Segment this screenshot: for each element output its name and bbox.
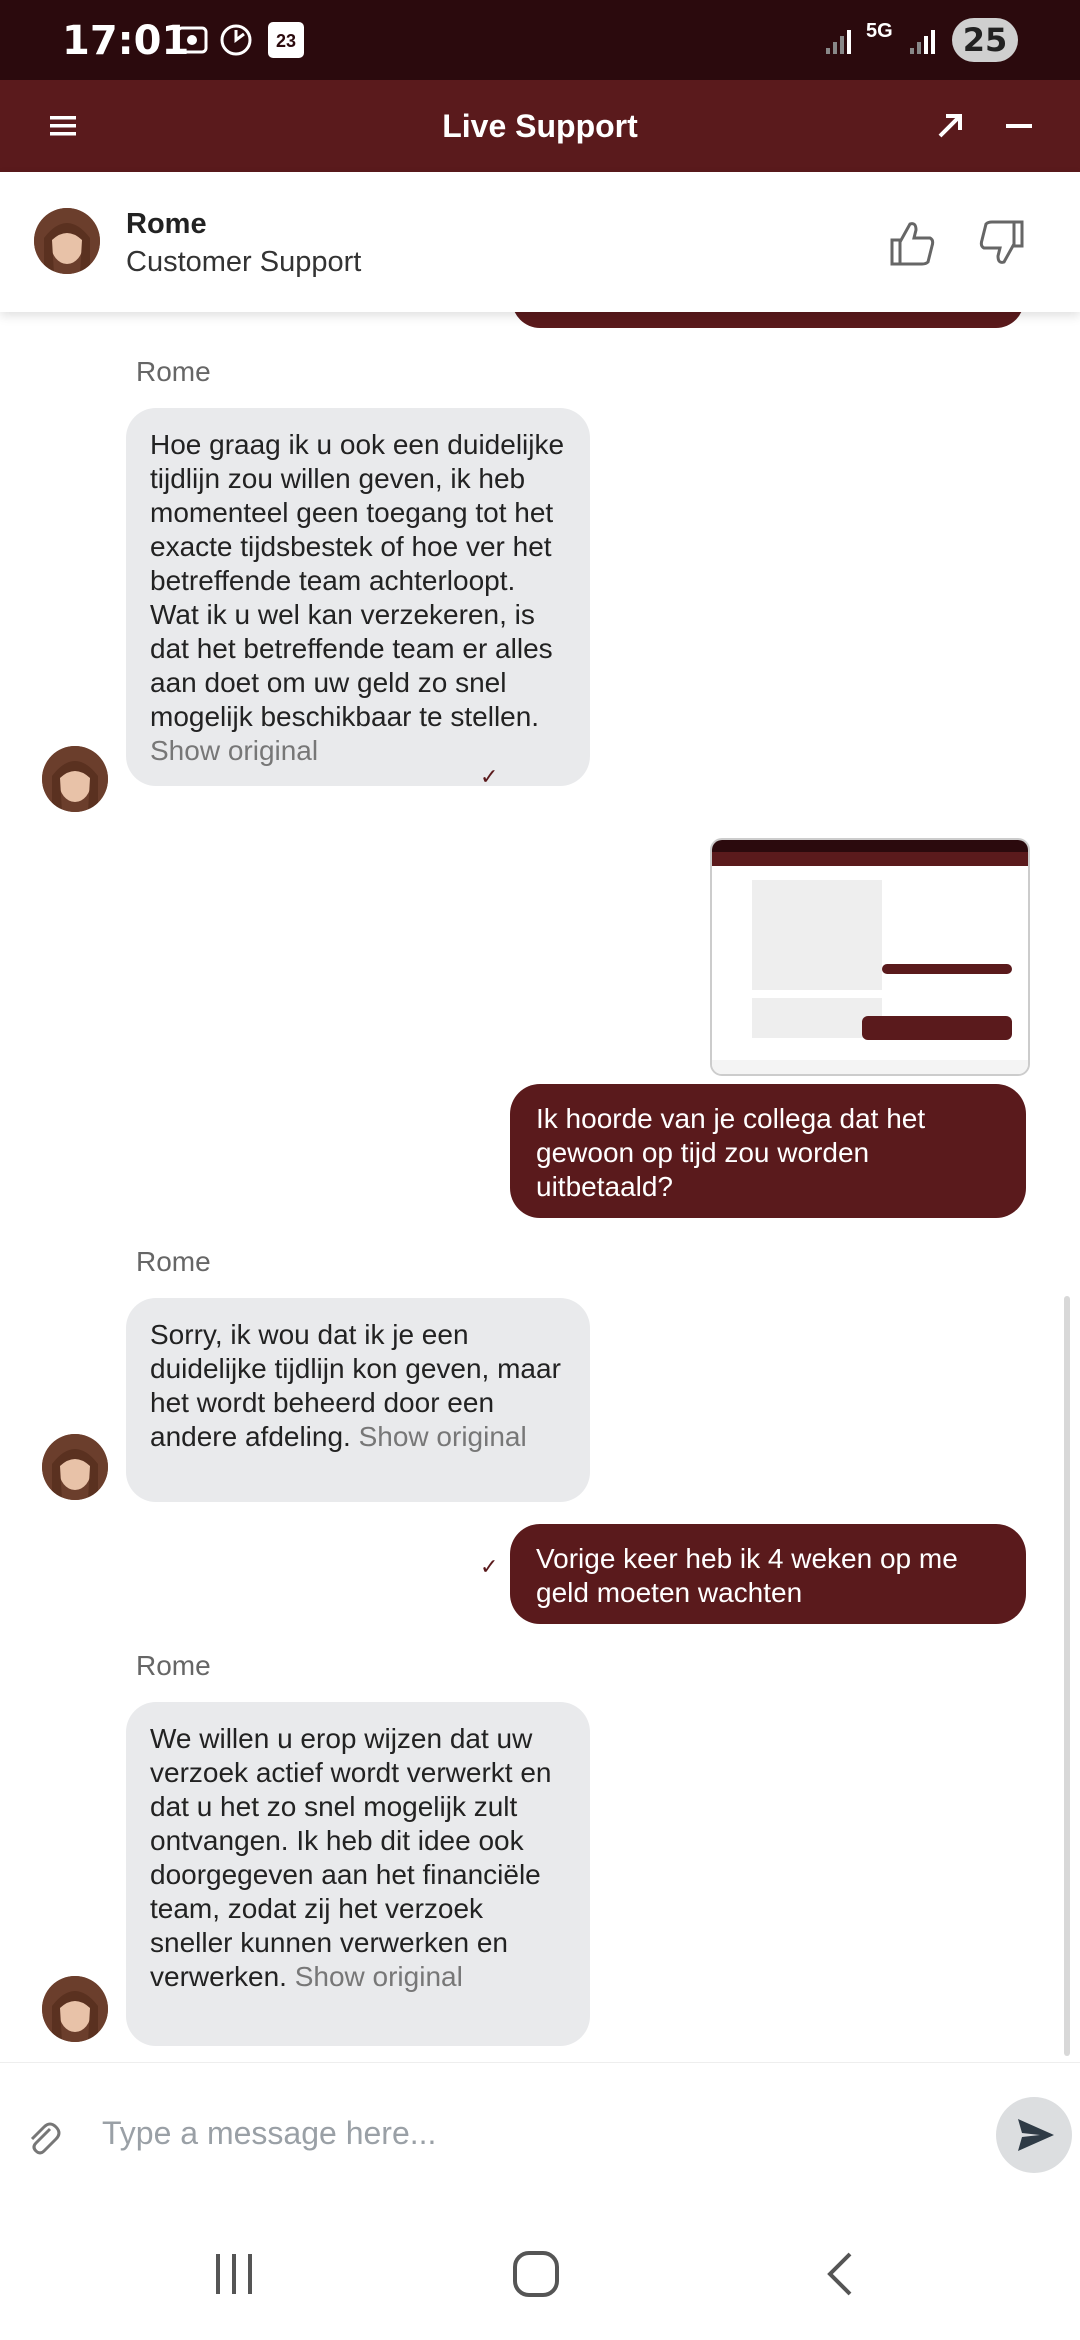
- show-original-link[interactable]: Show original: [295, 1961, 463, 1992]
- show-original-link[interactable]: Show original: [359, 1421, 527, 1452]
- send-button[interactable]: [996, 2097, 1072, 2173]
- incoming-message: Sorry, ik wou dat ik je een duidelijke t…: [126, 1298, 590, 1502]
- popout-icon[interactable]: [930, 106, 970, 146]
- incoming-message: Hoe graag ik u ook een duidelijke tijdli…: [126, 408, 590, 786]
- message-input[interactable]: Type a message here...: [102, 2115, 436, 2152]
- agent-header: Rome Customer Support: [0, 172, 1080, 312]
- status-time: 17:01: [62, 18, 190, 64]
- sent-check-icon: ✓: [480, 764, 499, 789]
- chat-scrollbar[interactable]: [1064, 1296, 1070, 2056]
- home-icon[interactable]: [510, 2248, 562, 2300]
- message-composer: Type a message here...: [0, 2062, 1080, 2213]
- message-sender: Rome: [136, 1246, 211, 1277]
- show-original-link[interactable]: Show original: [150, 735, 318, 766]
- thumbs-down-icon[interactable]: [974, 216, 1028, 270]
- sync-icon: [220, 24, 252, 56]
- battery-indicator: 25: [952, 18, 1018, 62]
- back-icon[interactable]: [818, 2248, 862, 2300]
- thumbs-up-icon[interactable]: [886, 216, 940, 270]
- attachment-icon[interactable]: [22, 2117, 64, 2159]
- app-title: Live Support: [442, 108, 638, 144]
- screenshot-icon: [176, 26, 208, 54]
- message-text: Ik hoorde van je collega dat het gewoon …: [536, 1103, 926, 1202]
- outgoing-message: Ik hoorde van je collega dat het gewoon …: [510, 1084, 1026, 1218]
- agent-name: Rome: [126, 208, 207, 240]
- message-text: Hoe graag ik u ook een duidelijke tijdli…: [150, 429, 565, 732]
- minimize-icon[interactable]: [1000, 106, 1040, 146]
- agent-avatar: [42, 1976, 108, 2042]
- calendar-icon: 23: [268, 22, 304, 58]
- previous-outgoing-bubble: [512, 312, 1024, 328]
- recent-apps-icon[interactable]: [210, 2248, 258, 2300]
- sent-check-icon: ✓: [480, 1554, 499, 1579]
- app-bar: Live Support: [0, 80, 1080, 172]
- system-nav-bar: [0, 2212, 1080, 2340]
- network-type: 5G: [866, 20, 893, 42]
- signal-icon-2: [910, 30, 935, 54]
- chat-area[interactable]: Rome Hoe graag ik u ook een duidelijke t…: [0, 312, 1080, 2062]
- message-sender: Rome: [136, 1650, 211, 1681]
- agent-role: Customer Support: [126, 246, 362, 278]
- message-sender: Rome: [136, 356, 211, 387]
- image-attachment[interactable]: [710, 838, 1030, 1076]
- agent-avatar: [42, 1434, 108, 1500]
- signal-icon: [826, 30, 851, 54]
- incoming-message: We willen u erop wijzen dat uw verzoek a…: [126, 1702, 590, 2046]
- message-text: We willen u erop wijzen dat uw verzoek a…: [150, 1723, 552, 1992]
- agent-avatar: [42, 746, 108, 812]
- send-icon: [1018, 2119, 1054, 2151]
- outgoing-message: Vorige keer heb ik 4 weken op me geld mo…: [510, 1524, 1026, 1624]
- agent-avatar: [34, 208, 100, 274]
- message-text: Vorige keer heb ik 4 weken op me geld mo…: [536, 1543, 958, 1608]
- status-bar: 17:01 23 5G 25: [0, 0, 1080, 80]
